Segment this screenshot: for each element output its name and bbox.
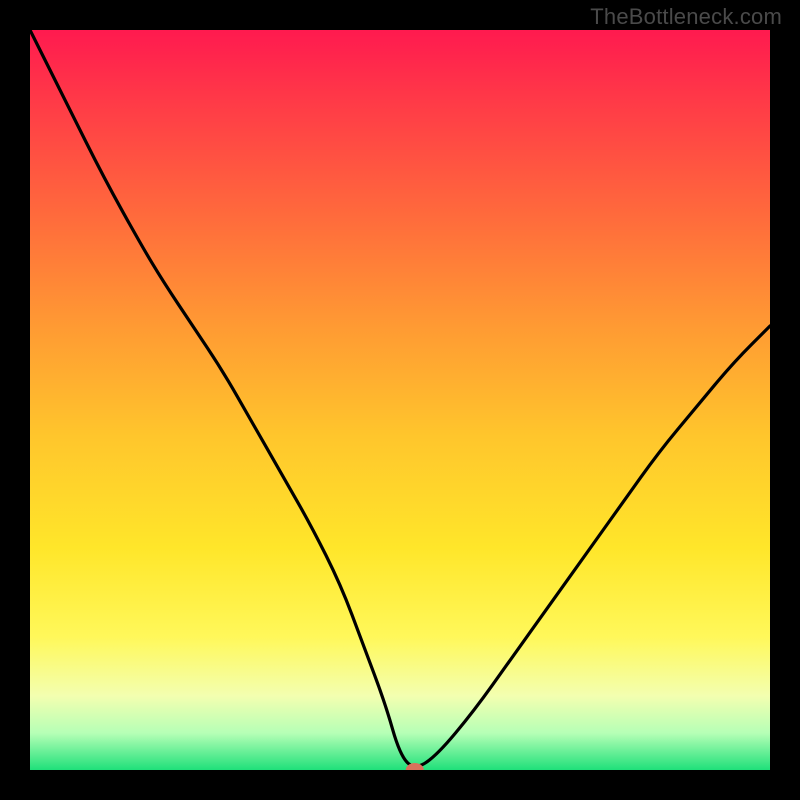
chart-frame: TheBottleneck.com (0, 0, 800, 800)
gradient-background (30, 30, 770, 770)
chart-svg (30, 30, 770, 770)
watermark-text: TheBottleneck.com (590, 4, 782, 30)
plot-area (30, 30, 770, 770)
